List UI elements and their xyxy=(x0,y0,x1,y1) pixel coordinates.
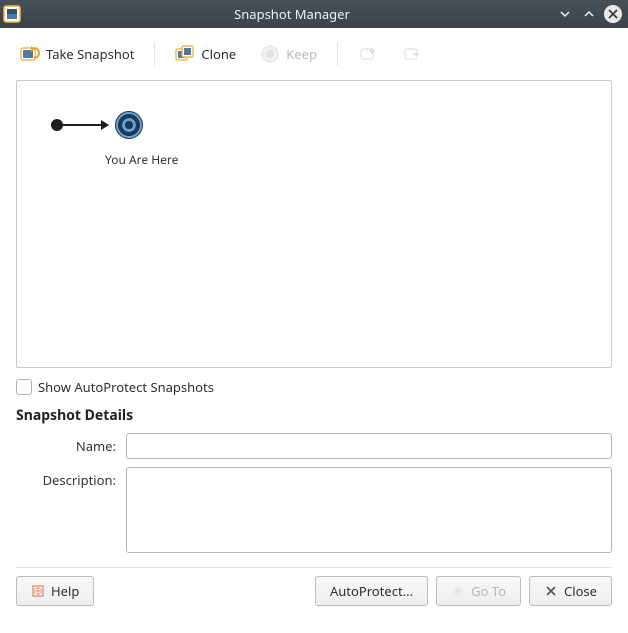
you-are-here-icon xyxy=(115,111,143,139)
snapshot-details-form: Name: Description: xyxy=(16,433,612,553)
show-autoprotect-label: Show AutoProtect Snapshots xyxy=(38,378,214,396)
window-controls xyxy=(556,5,622,23)
take-snapshot-label: Take Snapshot xyxy=(46,45,134,63)
description-label: Description: xyxy=(16,467,116,489)
camera-icon xyxy=(20,44,40,64)
description-field[interactable] xyxy=(126,467,612,553)
goto-icon xyxy=(451,584,465,598)
close-window-button[interactable] xyxy=(604,5,622,23)
toolbar-separator xyxy=(337,42,338,66)
button-bar: Help AutoProtect... Go To Close xyxy=(16,576,612,606)
window-title: Snapshot Manager xyxy=(28,5,556,23)
help-button[interactable]: Help xyxy=(16,576,94,606)
snapshot-tree[interactable]: You Are Here xyxy=(16,80,612,368)
snapshot-branch: You Are Here xyxy=(51,111,178,168)
name-field[interactable] xyxy=(126,433,612,459)
help-icon xyxy=(31,584,45,598)
close-label: Close xyxy=(564,582,597,600)
name-label: Name: xyxy=(16,433,116,455)
arrow-line-icon xyxy=(63,124,101,126)
keep-icon xyxy=(260,44,280,64)
help-label: Help xyxy=(51,582,79,600)
autoprotect-label: AutoProtect... xyxy=(330,582,413,600)
title-bar: Snapshot Manager xyxy=(0,0,628,28)
show-autoprotect-checkbox[interactable] xyxy=(16,379,32,395)
clone-button[interactable]: Clone xyxy=(167,40,244,68)
current-state-node[interactable] xyxy=(51,111,178,139)
clone-label: Clone xyxy=(201,45,236,63)
divider xyxy=(16,567,612,568)
app-icon xyxy=(2,4,22,24)
arrow-head-icon xyxy=(101,120,109,130)
add-snapshot-button xyxy=(350,40,386,68)
close-icon xyxy=(544,584,558,598)
keep-button: Keep xyxy=(252,40,325,68)
clone-icon xyxy=(175,44,195,64)
content-area: You Are Here Show AutoProtect Snapshots … xyxy=(0,80,628,616)
maximize-button[interactable] xyxy=(580,5,598,23)
take-snapshot-button[interactable]: Take Snapshot xyxy=(12,40,142,68)
start-dot-icon xyxy=(51,119,63,131)
autoprotect-button[interactable]: AutoProtect... xyxy=(315,576,428,606)
delete-snapshot-button xyxy=(394,40,430,68)
goto-label: Go To xyxy=(471,582,506,600)
minimize-button[interactable] xyxy=(556,5,574,23)
you-are-here-label: You Are Here xyxy=(105,151,178,168)
show-autoprotect-row: Show AutoProtect Snapshots xyxy=(16,378,612,396)
toolbar: Take Snapshot Clone Keep xyxy=(0,36,628,72)
keep-label: Keep xyxy=(286,45,317,63)
snapshot-details-heading: Snapshot Details xyxy=(16,406,612,425)
delete-icon xyxy=(402,44,422,64)
toolbar-separator xyxy=(154,42,155,66)
close-button[interactable]: Close xyxy=(529,576,612,606)
goto-button: Go To xyxy=(436,576,521,606)
add-icon xyxy=(358,44,378,64)
